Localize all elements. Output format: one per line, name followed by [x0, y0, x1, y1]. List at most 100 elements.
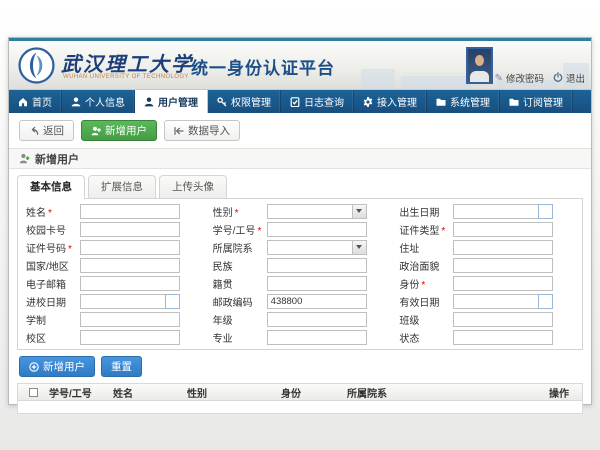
field-label-valid-date: 有效日期 [393, 294, 453, 309]
header-banner: 武汉理工大学 WUHAN UNIVERSITY OF TECHNOLOGY 统一… [9, 41, 591, 90]
nav-item-logs[interactable]: 日志查询 [281, 90, 354, 113]
field-label-class: 班级 [393, 312, 453, 327]
nav-item-permissions[interactable]: 权限管理 [208, 90, 281, 113]
form-field-student-id: 学号/工号* [207, 220, 394, 238]
form-field-id-type: 证件类型* [393, 220, 580, 238]
tab-label: 扩展信息 [101, 181, 143, 193]
table-header-1: 姓名 [108, 385, 182, 400]
study-length-input[interactable] [80, 312, 180, 327]
add-user-toolbar-button[interactable]: 新增用户 [81, 120, 157, 141]
university-name-en: WUHAN UNIVERSITY OF TECHNOLOGY [63, 74, 189, 80]
valid-date-date-widget [453, 294, 553, 309]
nav-item-home[interactable]: 首页 [9, 90, 62, 113]
email-input[interactable] [80, 276, 180, 291]
tab-basic-info[interactable]: 基本信息 [17, 175, 85, 199]
major-input[interactable] [267, 330, 367, 345]
data-import-label: 数据导入 [188, 123, 230, 138]
department-dropdown-button[interactable] [352, 240, 367, 255]
logout-link[interactable]: 退出 [553, 71, 585, 85]
admission-date-input[interactable] [80, 294, 165, 309]
nav-item-users[interactable]: 用户管理 [135, 90, 208, 113]
gender-select-widget [267, 204, 367, 219]
nav-item-subscription[interactable]: 订阅管理 [500, 90, 573, 113]
nav-bar: 首页个人信息 用户管理 权限管理日志查询接入管理 系统管理 订阅管理 [9, 90, 591, 113]
toolbar: 返回 新增用户 数据导入 [19, 120, 591, 141]
back-button-label: 返回 [43, 123, 64, 138]
field-label-political-status: 政治面貌 [393, 258, 453, 273]
nav-item-label: 权限管理 [231, 94, 271, 109]
form-field-country: 国家/地区 [20, 256, 207, 274]
form-field-address: 住址 [393, 238, 580, 256]
form-tabs: 基本信息 扩展信息 上传头像 [17, 175, 583, 199]
valid-date-calendar-button[interactable] [538, 294, 553, 309]
user-avatar[interactable] [466, 47, 493, 84]
ethnicity-input[interactable] [267, 258, 367, 273]
data-import-button[interactable]: 数据导入 [164, 120, 240, 141]
key-icon [217, 97, 227, 107]
nav-item-access[interactable]: 接入管理 [354, 90, 427, 113]
postal-code-input[interactable] [267, 294, 367, 309]
tab-label: 上传头像 [172, 181, 214, 193]
native-place-input[interactable] [267, 276, 367, 291]
campus-input[interactable] [80, 330, 180, 345]
building-watermark [361, 69, 395, 89]
required-asterisk: * [235, 208, 239, 219]
field-label-name: 姓名* [20, 204, 80, 219]
submit-add-user-button[interactable]: 新增用户 [19, 356, 95, 377]
department-input[interactable] [267, 240, 352, 255]
admission-date-date-widget [80, 294, 180, 309]
form-field-email: 电子邮箱 [20, 274, 207, 292]
change-password-link[interactable]: ✎ 修改密码 [495, 71, 544, 85]
field-label-department: 所属院系 [207, 240, 267, 255]
name-input[interactable] [80, 204, 180, 219]
table-header-0: 学号/工号 [44, 385, 108, 400]
plus-circle-icon [29, 362, 39, 372]
grade-input[interactable] [267, 312, 367, 327]
political-status-input[interactable] [453, 258, 553, 273]
student-id-input[interactable] [267, 222, 367, 237]
nav-item-system[interactable]: 系统管理 [427, 90, 500, 113]
folder-icon [509, 97, 519, 107]
nav-item-label: 订阅管理 [523, 94, 563, 109]
admission-date-calendar-button[interactable] [165, 294, 180, 309]
birth-date-calendar-button[interactable] [538, 204, 553, 219]
class-input[interactable] [453, 312, 553, 327]
select-all-cell [18, 388, 44, 397]
form-field-status: 状态 [393, 328, 580, 346]
nav-item-label: 系统管理 [450, 94, 490, 109]
status-input[interactable] [453, 330, 553, 345]
back-button[interactable]: 返回 [19, 120, 74, 141]
select-all-checkbox[interactable] [29, 388, 38, 397]
form-field-political-status: 政治面貌 [393, 256, 580, 274]
campus-card-input[interactable] [80, 222, 180, 237]
tab-upload-avatar[interactable]: 上传头像 [159, 175, 227, 198]
tab-extended-info[interactable]: 扩展信息 [88, 175, 156, 198]
identity-input[interactable] [453, 276, 553, 291]
field-label-status: 状态 [393, 330, 453, 345]
id-number-input[interactable] [80, 240, 180, 255]
nav-item-profile[interactable]: 个人信息 [62, 90, 135, 113]
required-asterisk: * [68, 244, 72, 255]
form-field-valid-date: 有效日期 [393, 292, 580, 310]
gender-input[interactable] [267, 204, 352, 219]
power-icon [553, 72, 563, 84]
address-input[interactable] [453, 240, 553, 255]
form-field-ethnicity: 民族 [207, 256, 394, 274]
valid-date-input[interactable] [453, 294, 538, 309]
gender-dropdown-button[interactable] [352, 204, 367, 219]
id-type-input[interactable] [453, 222, 553, 237]
nav-item-label: 用户管理 [158, 94, 198, 109]
form-field-native-place: 籍贯 [207, 274, 394, 292]
country-input[interactable] [80, 258, 180, 273]
results-table-empty-row [18, 401, 582, 413]
required-asterisk: * [257, 226, 261, 237]
person-plus-icon [91, 126, 101, 136]
birth-date-input[interactable] [453, 204, 538, 219]
reset-button[interactable]: 重置 [101, 356, 142, 377]
field-label-major: 专业 [207, 330, 267, 345]
arrow-back-icon [29, 126, 39, 136]
field-label-id-number: 证件号码* [20, 240, 80, 255]
form-field-campus-card: 校园卡号 [20, 220, 207, 238]
logout-label: 退出 [566, 71, 585, 85]
field-label-email: 电子邮箱 [20, 276, 80, 291]
